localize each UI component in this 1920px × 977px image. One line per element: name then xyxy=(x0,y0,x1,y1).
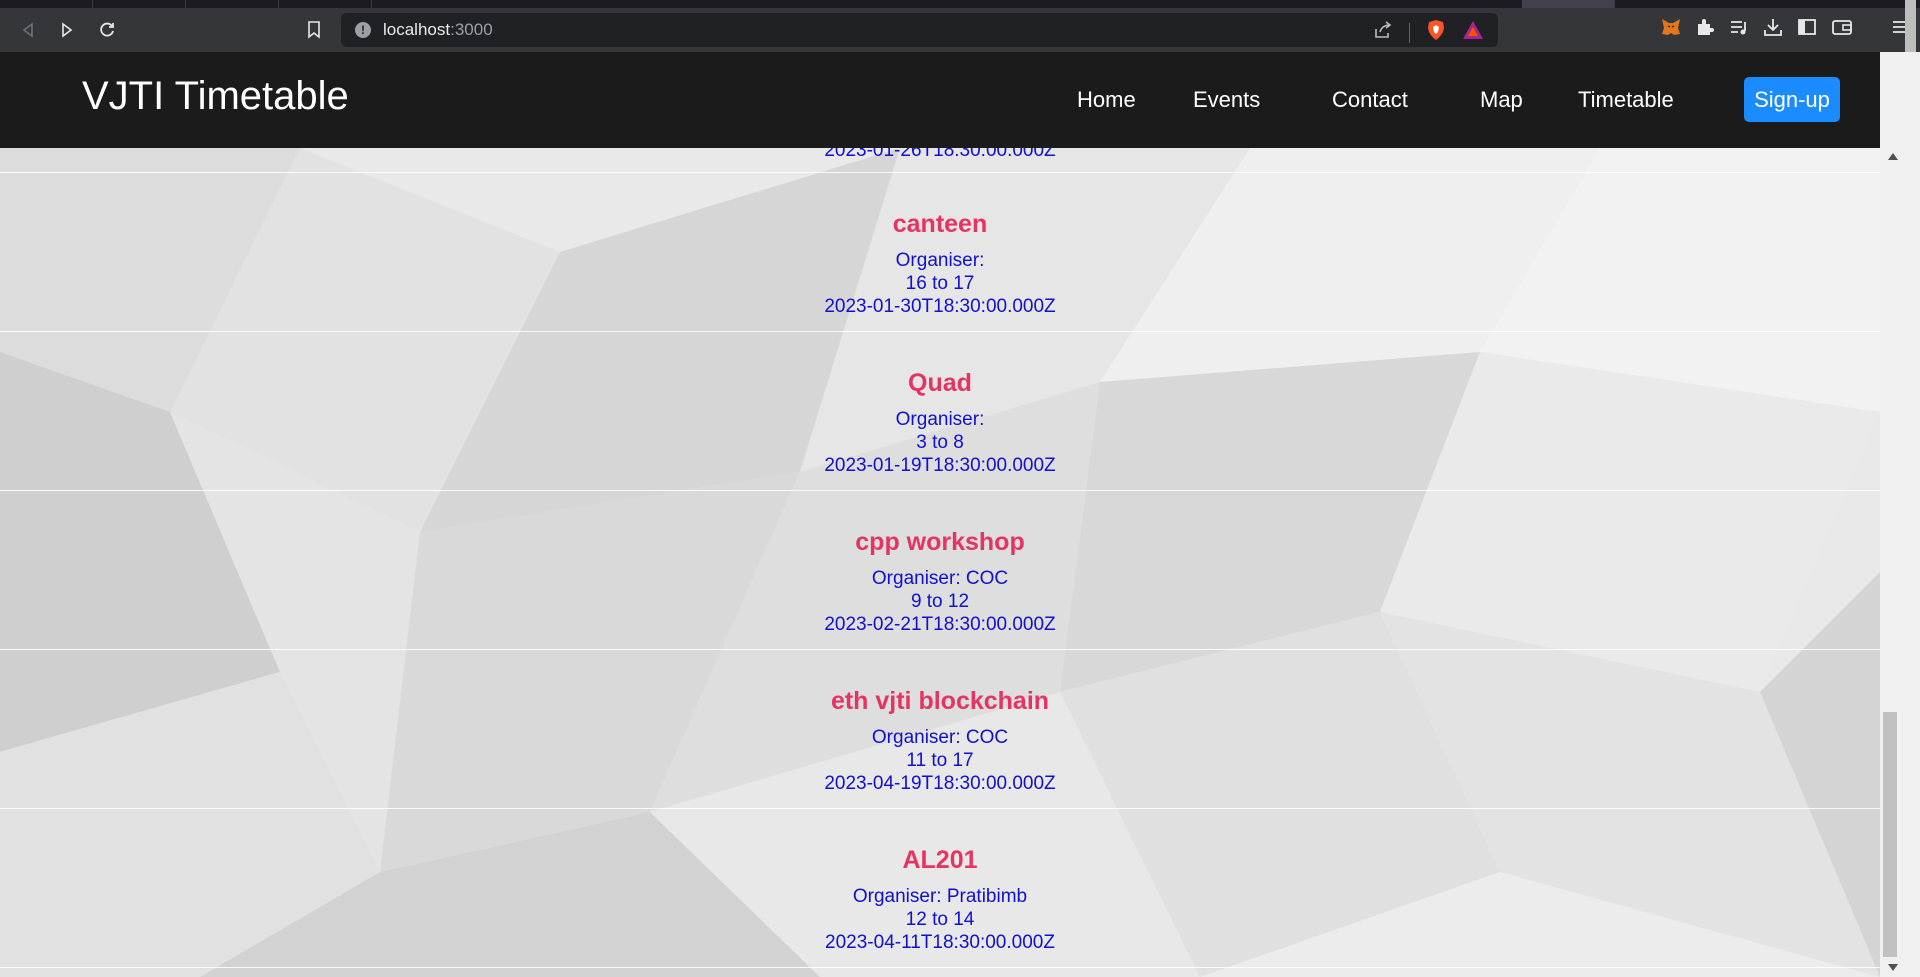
event-title: cpp workshop xyxy=(855,528,1025,556)
forward-icon[interactable] xyxy=(53,16,81,44)
url-host: localhost xyxy=(383,20,451,39)
list-item: eth vjti blockchain Organiser: COC 11 to… xyxy=(0,649,1880,809)
event-title: AL201 xyxy=(902,846,978,874)
list-item xyxy=(0,148,1880,173)
wallet-icon[interactable] xyxy=(1830,16,1854,43)
nav-link-events[interactable]: Events xyxy=(1193,87,1260,113)
scrollbar-thumb[interactable] xyxy=(1883,712,1897,957)
back-icon[interactable] xyxy=(14,16,42,44)
brave-shield-icon[interactable] xyxy=(1426,19,1446,46)
list-item: AL201 Organiser: Pratibimb 12 to 14 2023… xyxy=(0,808,1880,968)
list-item: cpp workshop Organiser: COC 9 to 12 2023… xyxy=(0,490,1880,650)
event-date: 2023-04-19T18:30:00.000Z xyxy=(824,773,1056,794)
event-time: 3 to 8 xyxy=(916,432,964,453)
brave-rewards-icon[interactable] xyxy=(1462,20,1484,45)
page-viewport: 2023-01-26T18:30:00.000Z canteen Organis… xyxy=(0,52,1920,977)
list-item: Quad Organiser: 3 to 8 2023-01-19T18:30:… xyxy=(0,331,1880,491)
browser-tab[interactable] xyxy=(186,0,279,8)
browser-tab-active[interactable] xyxy=(1522,0,1615,8)
nav-link-contact[interactable]: Contact xyxy=(1332,87,1408,113)
site-brand[interactable]: VJTI Timetable xyxy=(82,74,349,119)
event-date: 2023-01-19T18:30:00.000Z xyxy=(824,455,1056,476)
event-date: 2023-02-21T18:30:00.000Z xyxy=(824,614,1056,635)
event-time: 16 to 17 xyxy=(905,273,975,294)
nav-link-home[interactable]: Home xyxy=(1077,87,1136,113)
event-organiser: Organiser: xyxy=(895,250,985,271)
url-port: :3000 xyxy=(450,20,493,39)
event-organiser: Organiser: COC xyxy=(871,727,1009,748)
event-title: Quad xyxy=(908,369,972,397)
url-divider xyxy=(1409,22,1410,43)
event-date: 2023-01-30T18:30:00.000Z xyxy=(824,296,1056,317)
playlist-icon[interactable] xyxy=(1728,16,1750,43)
event-title: canteen xyxy=(892,210,988,238)
downloads-icon[interactable] xyxy=(1762,16,1784,43)
event-organiser: Organiser: xyxy=(895,409,985,430)
metamask-icon[interactable] xyxy=(1660,16,1682,43)
list-item: canteen Organiser: 16 to 17 2023-01-30T1… xyxy=(0,172,1880,332)
browser-tab[interactable] xyxy=(0,0,93,8)
share-icon[interactable] xyxy=(1373,21,1393,44)
site-navbar: VJTI Timetable Home Events Contact Map T… xyxy=(0,52,1880,148)
reload-icon[interactable] xyxy=(93,16,121,44)
extension-icons xyxy=(1660,16,1910,43)
event-time: 9 to 12 xyxy=(910,591,970,612)
event-list: 2023-01-26T18:30:00.000Z canteen Organis… xyxy=(0,148,1880,977)
bookmark-icon[interactable] xyxy=(300,16,328,44)
sidebar-icon[interactable] xyxy=(1796,16,1818,43)
signup-button[interactable]: Sign-up xyxy=(1744,77,1840,122)
extensions-icon[interactable] xyxy=(1694,16,1716,43)
event-organiser: Organiser: COC xyxy=(871,568,1009,589)
browser-tab[interactable] xyxy=(279,0,372,8)
event-date: 2023-04-11T18:30:00.000Z xyxy=(825,932,1055,953)
browser-tab[interactable] xyxy=(93,0,186,8)
site-info-icon[interactable]: ! xyxy=(355,22,371,38)
address-bar[interactable]: ! localhost:3000 xyxy=(341,13,1498,47)
scroll-down-arrow-icon[interactable] xyxy=(1888,964,1898,971)
event-organiser: Organiser: Pratibimb xyxy=(852,886,1028,907)
event-title: eth vjti blockchain xyxy=(830,687,1050,715)
browser-toolbar: ! localhost:3000 xyxy=(0,8,1920,52)
event-time: 12 to 14 xyxy=(905,909,975,930)
event-time: 11 to 17 xyxy=(906,750,974,771)
scroll-up-arrow-icon[interactable] xyxy=(1888,153,1898,160)
outer-scrollbar-thumb[interactable] xyxy=(1905,0,1916,52)
nav-link-map[interactable]: Map xyxy=(1480,87,1523,113)
browser-tab-strip xyxy=(0,0,1920,8)
nav-link-timetable[interactable]: Timetable xyxy=(1578,87,1674,113)
